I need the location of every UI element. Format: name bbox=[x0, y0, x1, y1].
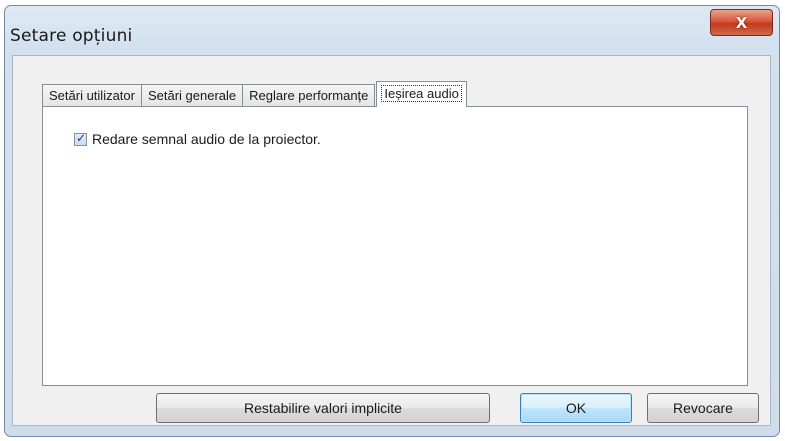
tab-label: Setări utilizator bbox=[49, 88, 135, 103]
restore-defaults-button[interactable]: Restabilire valori implicite bbox=[156, 393, 490, 423]
audio-from-projector-checkbox[interactable]: ✓ bbox=[74, 130, 87, 146]
dialog-body: Setări utilizator Setări generale Reglar… bbox=[12, 55, 771, 426]
tab-performance-tuning[interactable]: Reglare performanțe bbox=[242, 84, 376, 107]
dialog-title: Setare opțiuni bbox=[10, 26, 133, 46]
tab-label: Reglare performanțe bbox=[249, 88, 369, 103]
tab-user-settings[interactable]: Setări utilizator bbox=[42, 84, 142, 107]
tab-strip: Setări utilizator Setări generale Reglar… bbox=[42, 81, 467, 107]
close-icon: X bbox=[735, 13, 748, 32]
tab-label: Setări generale bbox=[147, 88, 237, 103]
checkmark-icon: ✓ bbox=[76, 130, 87, 145]
audio-from-projector-option[interactable]: ✓ Redare semnal audio de la proiector. bbox=[74, 131, 321, 147]
audio-output-panel: ✓ Redare semnal audio de la proiector. bbox=[42, 106, 748, 386]
cancel-button[interactable]: Revocare bbox=[647, 393, 759, 423]
close-button[interactable]: X bbox=[710, 9, 773, 36]
ok-button[interactable]: OK bbox=[520, 393, 632, 423]
checkbox-label[interactable]: Redare semnal audio de la proiector. bbox=[92, 131, 321, 147]
tab-audio-output[interactable]: Ieșirea audio bbox=[376, 81, 467, 107]
options-dialog: Setare opțiuni X Setări utilizator Setăr… bbox=[4, 5, 780, 437]
tab-general-settings[interactable]: Setări generale bbox=[140, 84, 244, 107]
tab-label: Ieșirea audio bbox=[381, 85, 462, 102]
title-bar[interactable]: Setare opțiuni X bbox=[5, 6, 779, 56]
